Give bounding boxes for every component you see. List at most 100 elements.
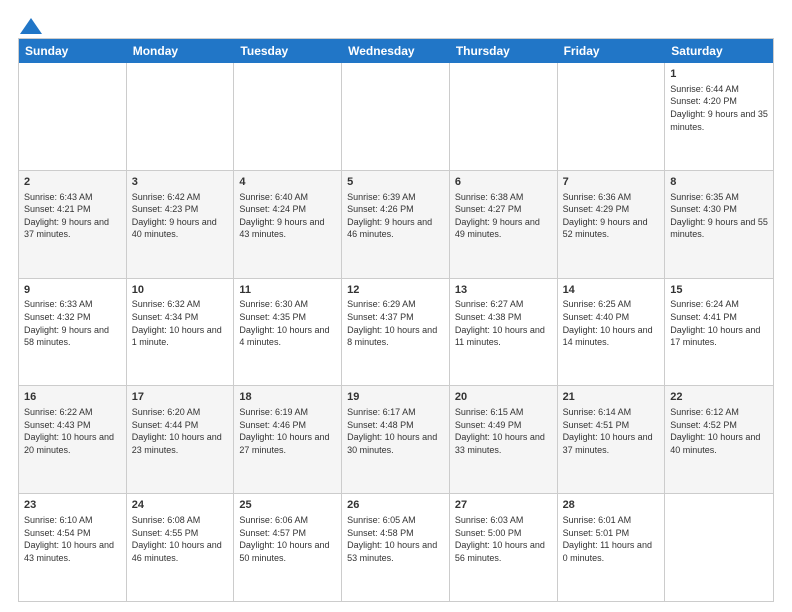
calendar-cell: 16Sunrise: 6:22 AM Sunset: 4:43 PM Dayli… bbox=[19, 386, 127, 493]
day-detail: Sunrise: 6:14 AM Sunset: 4:51 PM Dayligh… bbox=[563, 406, 660, 456]
day-detail: Sunrise: 6:43 AM Sunset: 4:21 PM Dayligh… bbox=[24, 191, 121, 241]
day-number: 23 bbox=[24, 498, 121, 513]
calendar-cell bbox=[234, 63, 342, 170]
day-detail: Sunrise: 6:06 AM Sunset: 4:57 PM Dayligh… bbox=[239, 514, 336, 564]
day-number: 18 bbox=[239, 390, 336, 405]
calendar-cell: 2Sunrise: 6:43 AM Sunset: 4:21 PM Daylig… bbox=[19, 171, 127, 278]
calendar-cell: 3Sunrise: 6:42 AM Sunset: 4:23 PM Daylig… bbox=[127, 171, 235, 278]
day-number: 1 bbox=[670, 67, 768, 82]
day-detail: Sunrise: 6:22 AM Sunset: 4:43 PM Dayligh… bbox=[24, 406, 121, 456]
day-detail: Sunrise: 6:15 AM Sunset: 4:49 PM Dayligh… bbox=[455, 406, 552, 456]
day-detail: Sunrise: 6:38 AM Sunset: 4:27 PM Dayligh… bbox=[455, 191, 552, 241]
day-detail: Sunrise: 6:44 AM Sunset: 4:20 PM Dayligh… bbox=[670, 83, 768, 133]
header-day-thursday: Thursday bbox=[450, 39, 558, 63]
day-detail: Sunrise: 6:19 AM Sunset: 4:46 PM Dayligh… bbox=[239, 406, 336, 456]
calendar-cell: 22Sunrise: 6:12 AM Sunset: 4:52 PM Dayli… bbox=[665, 386, 773, 493]
day-detail: Sunrise: 6:42 AM Sunset: 4:23 PM Dayligh… bbox=[132, 191, 229, 241]
day-number: 26 bbox=[347, 498, 444, 513]
calendar-cell: 4Sunrise: 6:40 AM Sunset: 4:24 PM Daylig… bbox=[234, 171, 342, 278]
calendar-cell: 21Sunrise: 6:14 AM Sunset: 4:51 PM Dayli… bbox=[558, 386, 666, 493]
day-detail: Sunrise: 6:27 AM Sunset: 4:38 PM Dayligh… bbox=[455, 298, 552, 348]
day-detail: Sunrise: 6:35 AM Sunset: 4:30 PM Dayligh… bbox=[670, 191, 768, 241]
day-detail: Sunrise: 6:39 AM Sunset: 4:26 PM Dayligh… bbox=[347, 191, 444, 241]
day-number: 24 bbox=[132, 498, 229, 513]
day-number: 5 bbox=[347, 175, 444, 190]
day-number: 28 bbox=[563, 498, 660, 513]
day-number: 6 bbox=[455, 175, 552, 190]
calendar-cell bbox=[558, 63, 666, 170]
calendar-cell: 1Sunrise: 6:44 AM Sunset: 4:20 PM Daylig… bbox=[665, 63, 773, 170]
calendar-row-4: 16Sunrise: 6:22 AM Sunset: 4:43 PM Dayli… bbox=[19, 386, 773, 494]
day-number: 25 bbox=[239, 498, 336, 513]
logo-icon bbox=[20, 18, 42, 34]
day-number: 22 bbox=[670, 390, 768, 405]
calendar-row-1: 1Sunrise: 6:44 AM Sunset: 4:20 PM Daylig… bbox=[19, 63, 773, 171]
day-detail: Sunrise: 6:33 AM Sunset: 4:32 PM Dayligh… bbox=[24, 298, 121, 348]
calendar-cell bbox=[342, 63, 450, 170]
calendar-cell: 6Sunrise: 6:38 AM Sunset: 4:27 PM Daylig… bbox=[450, 171, 558, 278]
day-detail: Sunrise: 6:24 AM Sunset: 4:41 PM Dayligh… bbox=[670, 298, 768, 348]
day-detail: Sunrise: 6:03 AM Sunset: 5:00 PM Dayligh… bbox=[455, 514, 552, 564]
calendar-cell: 5Sunrise: 6:39 AM Sunset: 4:26 PM Daylig… bbox=[342, 171, 450, 278]
calendar-row-2: 2Sunrise: 6:43 AM Sunset: 4:21 PM Daylig… bbox=[19, 171, 773, 279]
calendar-cell bbox=[19, 63, 127, 170]
calendar-header: SundayMondayTuesdayWednesdayThursdayFrid… bbox=[19, 39, 773, 63]
day-detail: Sunrise: 6:08 AM Sunset: 4:55 PM Dayligh… bbox=[132, 514, 229, 564]
calendar-cell bbox=[450, 63, 558, 170]
day-number: 15 bbox=[670, 283, 768, 298]
day-detail: Sunrise: 6:30 AM Sunset: 4:35 PM Dayligh… bbox=[239, 298, 336, 348]
calendar-cell: 26Sunrise: 6:05 AM Sunset: 4:58 PM Dayli… bbox=[342, 494, 450, 601]
calendar-cell: 12Sunrise: 6:29 AM Sunset: 4:37 PM Dayli… bbox=[342, 279, 450, 386]
day-number: 9 bbox=[24, 283, 121, 298]
calendar-cell: 18Sunrise: 6:19 AM Sunset: 4:46 PM Dayli… bbox=[234, 386, 342, 493]
header-day-saturday: Saturday bbox=[665, 39, 773, 63]
header-day-monday: Monday bbox=[127, 39, 235, 63]
header bbox=[18, 18, 774, 30]
day-number: 27 bbox=[455, 498, 552, 513]
day-detail: Sunrise: 6:12 AM Sunset: 4:52 PM Dayligh… bbox=[670, 406, 768, 456]
day-detail: Sunrise: 6:29 AM Sunset: 4:37 PM Dayligh… bbox=[347, 298, 444, 348]
header-day-sunday: Sunday bbox=[19, 39, 127, 63]
calendar-row-5: 23Sunrise: 6:10 AM Sunset: 4:54 PM Dayli… bbox=[19, 494, 773, 601]
calendar-cell bbox=[665, 494, 773, 601]
day-number: 3 bbox=[132, 175, 229, 190]
day-detail: Sunrise: 6:25 AM Sunset: 4:40 PM Dayligh… bbox=[563, 298, 660, 348]
calendar-cell: 28Sunrise: 6:01 AM Sunset: 5:01 PM Dayli… bbox=[558, 494, 666, 601]
day-number: 11 bbox=[239, 283, 336, 298]
day-number: 8 bbox=[670, 175, 768, 190]
calendar-cell: 20Sunrise: 6:15 AM Sunset: 4:49 PM Dayli… bbox=[450, 386, 558, 493]
day-number: 20 bbox=[455, 390, 552, 405]
day-detail: Sunrise: 6:17 AM Sunset: 4:48 PM Dayligh… bbox=[347, 406, 444, 456]
calendar-cell: 15Sunrise: 6:24 AM Sunset: 4:41 PM Dayli… bbox=[665, 279, 773, 386]
day-number: 7 bbox=[563, 175, 660, 190]
calendar-cell: 7Sunrise: 6:36 AM Sunset: 4:29 PM Daylig… bbox=[558, 171, 666, 278]
day-detail: Sunrise: 6:05 AM Sunset: 4:58 PM Dayligh… bbox=[347, 514, 444, 564]
day-number: 19 bbox=[347, 390, 444, 405]
calendar-cell: 23Sunrise: 6:10 AM Sunset: 4:54 PM Dayli… bbox=[19, 494, 127, 601]
day-detail: Sunrise: 6:40 AM Sunset: 4:24 PM Dayligh… bbox=[239, 191, 336, 241]
day-number: 17 bbox=[132, 390, 229, 405]
calendar-cell: 13Sunrise: 6:27 AM Sunset: 4:38 PM Dayli… bbox=[450, 279, 558, 386]
day-number: 13 bbox=[455, 283, 552, 298]
header-day-tuesday: Tuesday bbox=[234, 39, 342, 63]
day-number: 10 bbox=[132, 283, 229, 298]
day-detail: Sunrise: 6:01 AM Sunset: 5:01 PM Dayligh… bbox=[563, 514, 660, 564]
calendar-cell: 14Sunrise: 6:25 AM Sunset: 4:40 PM Dayli… bbox=[558, 279, 666, 386]
logo bbox=[18, 18, 42, 30]
day-number: 4 bbox=[239, 175, 336, 190]
day-number: 12 bbox=[347, 283, 444, 298]
day-detail: Sunrise: 6:36 AM Sunset: 4:29 PM Dayligh… bbox=[563, 191, 660, 241]
calendar-cell bbox=[127, 63, 235, 170]
day-number: 14 bbox=[563, 283, 660, 298]
calendar-cell: 8Sunrise: 6:35 AM Sunset: 4:30 PM Daylig… bbox=[665, 171, 773, 278]
calendar-cell: 9Sunrise: 6:33 AM Sunset: 4:32 PM Daylig… bbox=[19, 279, 127, 386]
day-number: 16 bbox=[24, 390, 121, 405]
header-day-wednesday: Wednesday bbox=[342, 39, 450, 63]
day-detail: Sunrise: 6:32 AM Sunset: 4:34 PM Dayligh… bbox=[132, 298, 229, 348]
page: SundayMondayTuesdayWednesdayThursdayFrid… bbox=[0, 0, 792, 612]
header-day-friday: Friday bbox=[558, 39, 666, 63]
calendar-cell: 10Sunrise: 6:32 AM Sunset: 4:34 PM Dayli… bbox=[127, 279, 235, 386]
calendar-cell: 19Sunrise: 6:17 AM Sunset: 4:48 PM Dayli… bbox=[342, 386, 450, 493]
calendar-cell: 24Sunrise: 6:08 AM Sunset: 4:55 PM Dayli… bbox=[127, 494, 235, 601]
day-number: 2 bbox=[24, 175, 121, 190]
